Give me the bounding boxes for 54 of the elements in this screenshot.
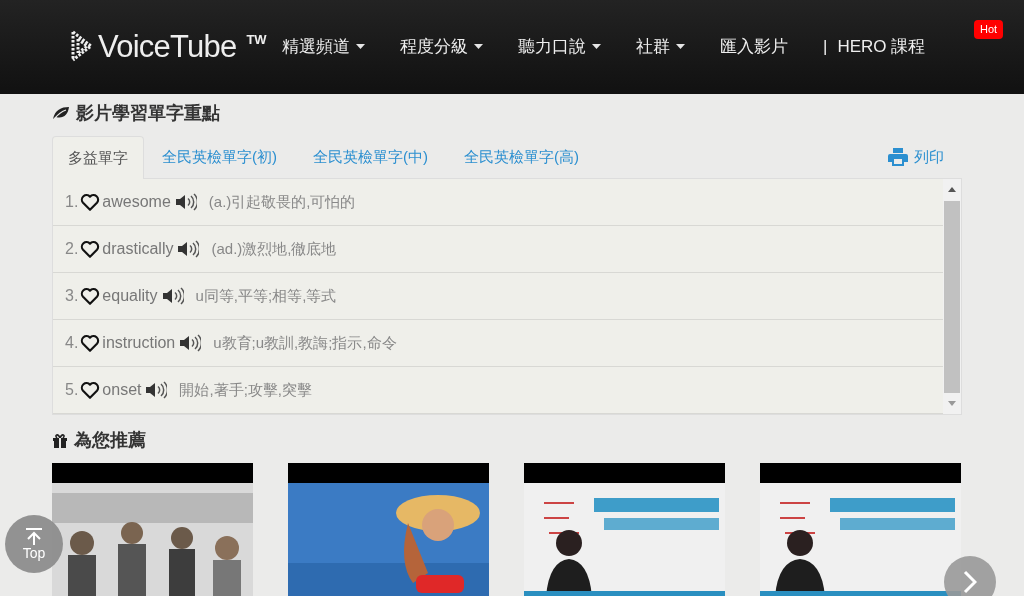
back-to-top-button[interactable]: Top: [5, 515, 63, 573]
word-definition: (ad.)激烈地,徹底地: [211, 238, 337, 259]
caret-icon: [676, 44, 685, 50]
caret-icon: [474, 44, 483, 50]
tab[interactable]: 多益單字: [52, 136, 144, 179]
heart-icon[interactable]: [80, 334, 101, 352]
chevron-right-icon: [963, 570, 977, 594]
speaker-icon[interactable]: [145, 381, 168, 399]
speaker-icon[interactable]: [177, 240, 200, 258]
gift-icon: [52, 432, 68, 448]
word-link[interactable]: instruction: [102, 331, 176, 355]
nav-menu-item[interactable]: 精選頻道: [282, 34, 365, 60]
scrollbar[interactable]: [943, 179, 961, 414]
tab[interactable]: 全民英檢單字(高): [446, 136, 597, 178]
logo-text[interactable]: VoiceTube: [98, 30, 237, 64]
word-link[interactable]: awesome: [102, 190, 171, 214]
printer-icon: [888, 147, 908, 166]
word-definition: u同等,平等;相等,等式: [195, 285, 337, 306]
caret-icon: [356, 44, 365, 50]
word-link[interactable]: drastically: [102, 237, 174, 261]
word-number: 1.: [65, 192, 79, 212]
tab[interactable]: 全民英檢單字(初): [144, 136, 295, 178]
word-definition: 開始,著手;攻擊,突擊: [179, 379, 312, 400]
heart-icon[interactable]: [80, 193, 101, 211]
nav-menu-item[interactable]: 社群: [636, 34, 685, 60]
nav-menu-item[interactable]: HERO 課程: [837, 34, 926, 60]
region-label: TW: [246, 31, 267, 49]
word-definition: u教育;u教訓,教誨;指示,命令: [213, 332, 397, 353]
heart-icon[interactable]: [80, 287, 101, 305]
nav-menu-item[interactable]: 聽力口說: [518, 34, 601, 60]
hot-badge: Hot: [974, 20, 1004, 39]
word-link[interactable]: onset: [102, 378, 142, 402]
tab[interactable]: 全民英檢單字(中): [295, 136, 446, 178]
arrow-up-icon: [25, 528, 43, 546]
caret-icon: [592, 44, 601, 50]
speaker-icon[interactable]: [161, 287, 184, 305]
word-link[interactable]: equality: [102, 284, 158, 308]
leaf-icon: [52, 106, 70, 120]
section-title: 為您推薦: [74, 428, 146, 452]
nav-menu-item[interactable]: 程度分級: [400, 34, 483, 60]
speaker-icon[interactable]: [179, 334, 202, 352]
word-number: 2.: [65, 239, 79, 259]
heart-icon[interactable]: [80, 240, 101, 258]
heart-icon[interactable]: [80, 381, 101, 399]
word-definition: (a.)引起敬畏的,可怕的: [208, 191, 356, 212]
word-number: 4.: [65, 333, 79, 353]
nav-separator: |: [823, 36, 828, 59]
nav-menu-item[interactable]: 匯入影片: [720, 34, 788, 60]
word-number: 5.: [65, 380, 79, 400]
word-number: 3.: [65, 286, 79, 306]
print-button[interactable]: 列印: [888, 145, 944, 168]
speaker-icon[interactable]: [174, 193, 197, 211]
next-button[interactable]: [944, 556, 996, 596]
section-title: 影片學習單字重點: [76, 101, 220, 125]
